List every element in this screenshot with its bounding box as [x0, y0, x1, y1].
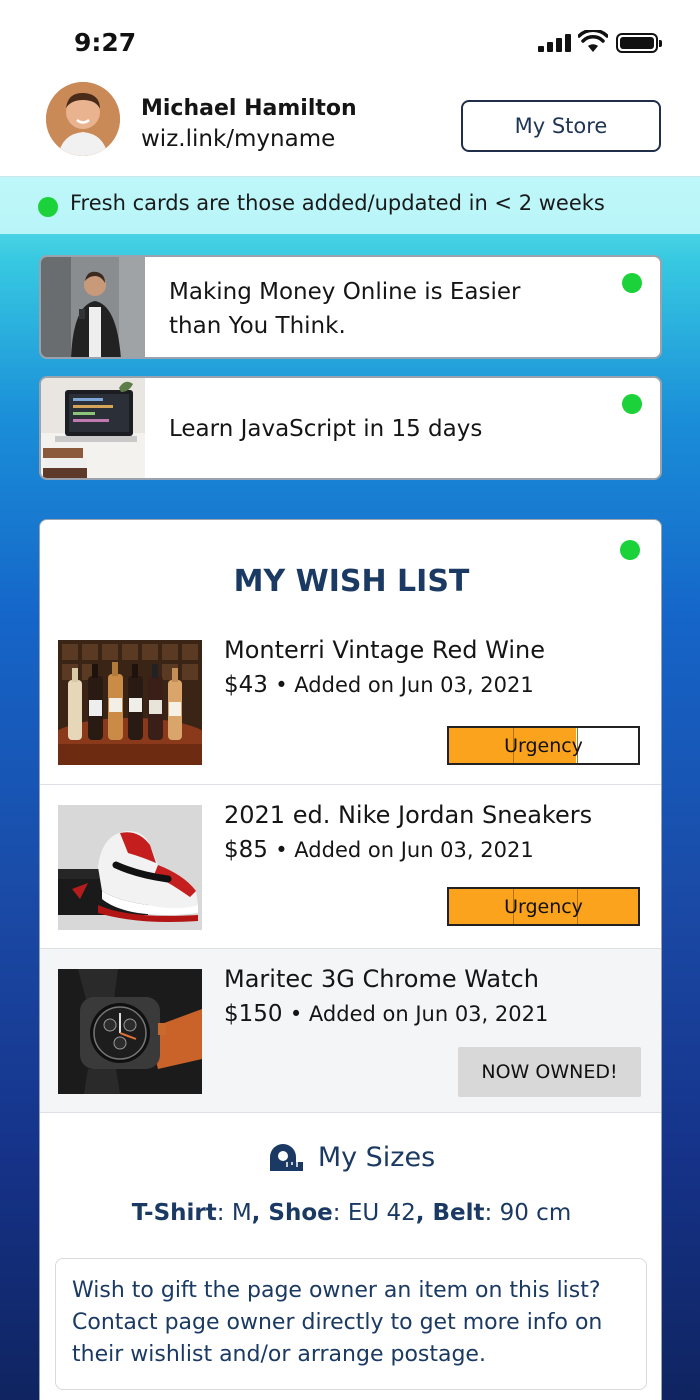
wishlist-item[interactable]: Monterri Vintage Red Wine $43 • Added on… — [40, 620, 661, 785]
belt-label: , Belt — [415, 1200, 485, 1226]
item-price: $150 — [224, 1001, 283, 1027]
profile-header: 9:27 Michael Hamilton wiz.link/myname My… — [0, 0, 700, 176]
urgency-label: Urgency — [504, 895, 583, 918]
status-bar: 9:27 — [0, 0, 700, 86]
fresh-dot-icon — [622, 273, 642, 293]
item-added-date: • Added on Jun 03, 2021 — [275, 673, 534, 697]
profile-name: Michael Hamilton — [141, 96, 357, 121]
banner-text: Fresh cards are those added/updated in <… — [70, 191, 605, 215]
item-price-line: $150 • Added on Jun 03, 2021 — [224, 1001, 548, 1027]
profile-link[interactable]: wiz.link/myname — [141, 126, 335, 152]
fresh-dot-icon — [622, 394, 642, 414]
card-title: Learn JavaScript in 15 days — [169, 416, 483, 442]
urgency-bar: Urgency — [447, 726, 640, 765]
sizes-title: My Sizes — [317, 1142, 436, 1173]
status-time: 9:27 — [74, 28, 137, 57]
item-added-date: • Added on Jun 03, 2021 — [275, 838, 534, 862]
wine-image — [58, 640, 202, 765]
item-name: Monterri Vintage Red Wine — [224, 636, 545, 664]
wishlist-title: MY WISH LIST — [233, 564, 470, 599]
fresh-dot-icon — [620, 540, 640, 560]
item-price: $43 — [224, 672, 268, 698]
tshirt-value: : M — [216, 1200, 252, 1226]
wishlist-item[interactable]: Maritec 3G Chrome Watch $150 • Added on … — [40, 948, 661, 1113]
belt-value: : 90 cm — [484, 1200, 572, 1226]
now-owned-badge: NOW OWNED! — [458, 1047, 641, 1097]
signal-icon — [538, 34, 572, 52]
urgency-label: Urgency — [504, 734, 583, 757]
card-thumbnail — [41, 378, 145, 478]
fresh-dot-icon — [38, 197, 58, 217]
wifi-icon — [578, 30, 608, 52]
urgency-bar: Urgency — [447, 887, 640, 926]
my-store-button[interactable]: My Store — [461, 100, 661, 152]
sizes-header: My Sizes — [40, 1142, 661, 1173]
shoe-value: : EU 42 — [332, 1200, 416, 1226]
tshirt-label: T-Shirt — [131, 1200, 217, 1226]
item-added-date: • Added on Jun 03, 2021 — [289, 1002, 549, 1026]
card-title-line: than You Think. — [169, 313, 346, 339]
shoe-label: , Shoe — [251, 1200, 333, 1226]
item-price: $85 — [224, 837, 268, 863]
card-title: Making Money Online is Easier than You T… — [169, 275, 521, 343]
card-learn-javascript[interactable]: Learn JavaScript in 15 days — [39, 376, 662, 480]
gift-note: Wish to gift the page owner an item on t… — [55, 1258, 647, 1390]
item-name: Maritec 3G Chrome Watch — [224, 965, 539, 993]
wishlist-card: MY WISH LIST Monterri Vintage Red Wine $… — [39, 519, 662, 1400]
item-name: 2021 ed. Nike Jordan Sneakers — [224, 801, 593, 829]
item-price-line: $43 • Added on Jun 03, 2021 — [224, 672, 534, 698]
sneakers-image — [58, 805, 202, 930]
measuring-tape-icon — [269, 1143, 303, 1171]
card-title-line: Making Money Online is Easier — [169, 279, 521, 305]
watch-image — [58, 969, 202, 1094]
avatar[interactable] — [46, 82, 120, 156]
card-money-online[interactable]: Making Money Online is Easier than You T… — [39, 255, 662, 359]
battery-icon — [616, 33, 662, 53]
wishlist-item[interactable]: 2021 ed. Nike Jordan Sneakers $85 • Adde… — [40, 784, 661, 949]
item-price-line: $85 • Added on Jun 03, 2021 — [224, 837, 534, 863]
sizes-values: T-Shirt: M, Shoe: EU 42, Belt: 90 cm — [40, 1200, 661, 1226]
card-thumbnail — [41, 257, 145, 357]
